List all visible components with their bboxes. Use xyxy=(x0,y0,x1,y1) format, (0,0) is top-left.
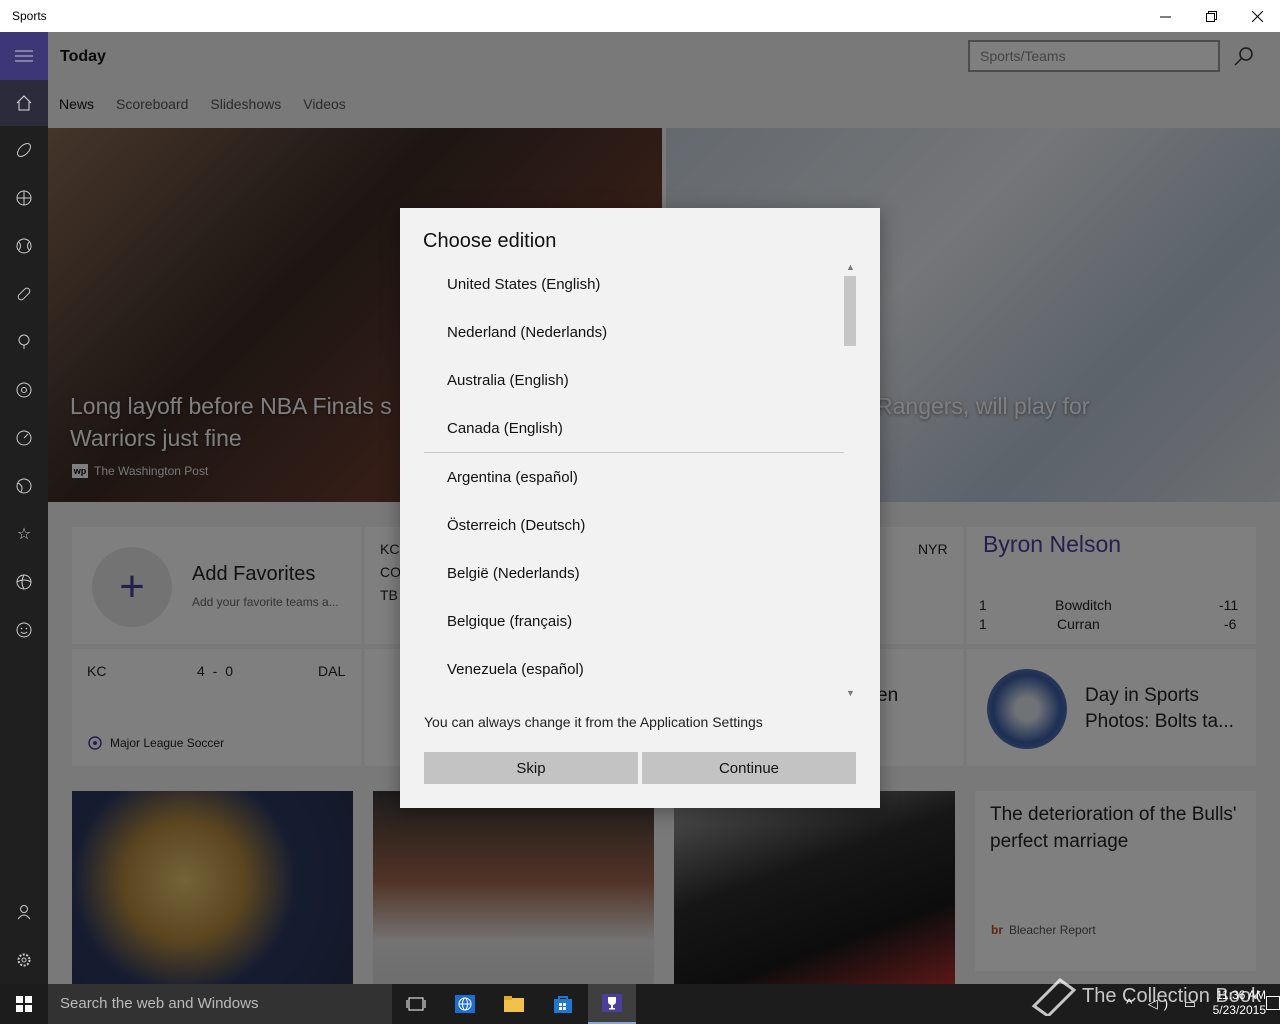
smiley-icon xyxy=(16,622,32,638)
book-icon xyxy=(1031,978,1076,1016)
edition-option[interactable]: Argentina (español) xyxy=(424,453,844,501)
speedometer-icon xyxy=(16,430,32,446)
folder-icon xyxy=(504,996,524,1012)
edition-list[interactable]: United States (English) Nederland (Neder… xyxy=(424,260,844,690)
window-title: Sports xyxy=(12,9,47,23)
taskbar-browser[interactable] xyxy=(441,984,489,1024)
taskbar-file-explorer[interactable] xyxy=(490,984,538,1024)
taskbar-sports-app[interactable] xyxy=(588,984,636,1024)
sidebar-item-baseball[interactable] xyxy=(0,222,48,270)
choose-edition-dialog: Choose edition United States (English) N… xyxy=(400,208,880,808)
hamburger-icon xyxy=(15,50,33,62)
user-icon xyxy=(17,905,31,920)
scroll-down-icon[interactable]: ▼ xyxy=(846,688,855,698)
minimize-button[interactable] xyxy=(1142,0,1188,32)
hockey-icon xyxy=(17,287,31,301)
sidebar-item-fun[interactable] xyxy=(0,606,48,654)
dialog-note: You can always change it from the Applic… xyxy=(424,714,763,730)
scrollbar-thumb[interactable] xyxy=(844,276,856,346)
watermark: The Collection Book xyxy=(1030,976,1261,1016)
window-controls xyxy=(1142,0,1280,32)
restore-button[interactable] xyxy=(1188,0,1234,32)
windows-logo-icon xyxy=(16,996,32,1012)
edition-option[interactable]: Australia (English) xyxy=(424,356,844,404)
football-icon xyxy=(17,143,31,157)
sidebar-item-favorites[interactable]: ☆ xyxy=(0,510,48,558)
edition-option[interactable]: Belgique (français) xyxy=(424,597,844,645)
continue-button[interactable]: Continue xyxy=(642,752,856,784)
sidebar-item-tennis[interactable] xyxy=(0,462,48,510)
task-view-button[interactable] xyxy=(392,984,440,1024)
sidebar-item-more-sports[interactable] xyxy=(0,558,48,606)
sidebar-item-golf[interactable] xyxy=(0,318,48,366)
sidebar-item-account[interactable] xyxy=(0,888,48,936)
sidebar: ☆ xyxy=(0,32,48,984)
restore-icon xyxy=(1205,10,1217,22)
title-bar: Sports xyxy=(0,0,1280,32)
edition-option[interactable]: Österreich (Deutsch) xyxy=(424,501,844,549)
basketball-icon xyxy=(16,190,32,206)
sidebar-bottom xyxy=(0,888,48,984)
edition-option[interactable]: Venezuela (español) xyxy=(424,645,844,690)
sidebar-item-motorsports[interactable] xyxy=(0,414,48,462)
edition-option[interactable]: België (Nederlands) xyxy=(424,549,844,597)
sidebar-item-settings[interactable] xyxy=(0,936,48,984)
golf-icon xyxy=(18,334,30,349)
action-center-icon[interactable] xyxy=(1266,996,1280,1010)
watermark-text: The Collection Book xyxy=(1082,984,1261,1007)
close-icon xyxy=(1251,10,1263,22)
store-icon xyxy=(554,996,572,1013)
taskbar-search-input[interactable]: Search the web and Windows xyxy=(48,984,392,1024)
skip-button[interactable]: Skip xyxy=(424,752,638,784)
taskbar-store[interactable] xyxy=(539,984,587,1024)
sidebar-item-soccer[interactable] xyxy=(0,366,48,414)
globe-icon xyxy=(455,995,475,1013)
hamburger-menu-button[interactable] xyxy=(0,32,48,80)
minimize-icon xyxy=(1159,16,1171,17)
start-button[interactable] xyxy=(0,984,48,1024)
sidebar-item-basketball[interactable] xyxy=(0,174,48,222)
task-view-icon xyxy=(406,997,426,1011)
dialog-title: Choose edition xyxy=(423,230,557,252)
trophy-icon xyxy=(602,994,622,1012)
tennis-icon xyxy=(16,478,32,494)
edition-option[interactable]: Nederland (Nederlands) xyxy=(424,308,844,356)
edition-option[interactable]: Canada (English) xyxy=(424,404,844,452)
soccer-icon xyxy=(16,382,32,398)
scroll-up-icon[interactable]: ▲ xyxy=(846,262,855,272)
baseball-icon xyxy=(16,238,32,254)
star-icon: ☆ xyxy=(16,526,32,543)
sidebar-item-football[interactable] xyxy=(0,126,48,174)
edition-option[interactable]: United States (English) xyxy=(424,260,844,308)
gear-icon xyxy=(17,953,31,967)
sidebar-item-hockey[interactable] xyxy=(0,270,48,318)
close-button[interactable] xyxy=(1234,0,1280,32)
ball-icon xyxy=(16,574,32,590)
home-icon xyxy=(16,95,32,111)
sidebar-item-home[interactable] xyxy=(0,80,48,126)
